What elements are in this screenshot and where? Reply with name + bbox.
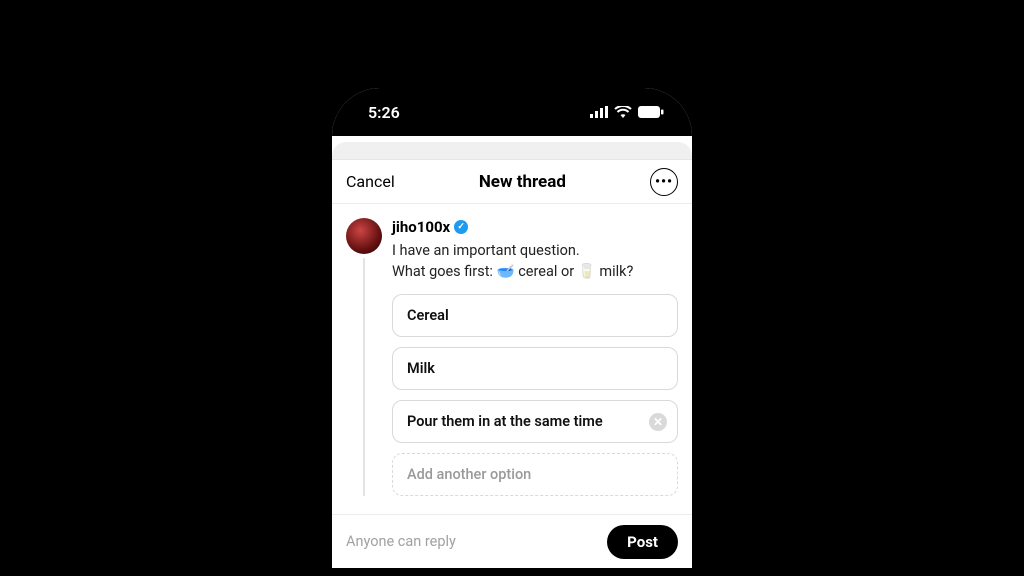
poll-option-2[interactable]: Milk bbox=[392, 347, 678, 390]
glass-emoji-icon: 🥛 bbox=[578, 263, 596, 280]
status-bar: 5:26 bbox=[332, 88, 692, 136]
bottom-bar: Anyone can reply Post bbox=[332, 514, 692, 568]
add-option-button[interactable]: Add another option bbox=[392, 453, 678, 496]
phone-frame: 5:26 Cancel New thread ••• jiho100x bbox=[332, 88, 692, 568]
close-icon: ✕ bbox=[653, 415, 663, 429]
wifi-icon bbox=[614, 106, 632, 118]
status-time: 5:26 bbox=[368, 103, 400, 122]
cellular-signal-icon bbox=[590, 106, 608, 118]
poll-option-1[interactable]: Cereal bbox=[392, 294, 678, 337]
thread-line bbox=[363, 258, 365, 496]
post-text-line1: I have an important question. bbox=[392, 242, 580, 259]
poll-option-3[interactable]: Pour them in at the same time ✕ bbox=[392, 400, 678, 443]
poll-editor: Cereal Milk Pour them in at the same tim… bbox=[392, 294, 678, 496]
battery-icon bbox=[638, 106, 664, 118]
verified-check-icon: ✓ bbox=[457, 223, 465, 232]
post-text-line2-pre: What goes first: bbox=[392, 263, 497, 280]
reply-scope-button[interactable]: Anyone can reply bbox=[346, 533, 456, 550]
poll-option-label: Pour them in at the same time bbox=[407, 413, 603, 430]
page-title: New thread bbox=[479, 172, 566, 192]
compose-area: jiho100x ✓ I have an important question.… bbox=[332, 204, 692, 496]
ellipsis-icon: ••• bbox=[655, 174, 673, 190]
status-indicators bbox=[590, 106, 664, 118]
more-options-button[interactable]: ••• bbox=[650, 168, 678, 196]
cancel-button[interactable]: Cancel bbox=[346, 172, 395, 191]
poll-option-label: Cereal bbox=[407, 307, 449, 324]
bowl-emoji-icon: 🥣 bbox=[497, 263, 515, 280]
navbar: Cancel New thread ••• bbox=[332, 160, 692, 204]
username[interactable]: jiho100x bbox=[392, 218, 450, 236]
post-text-line2-post: milk? bbox=[596, 263, 634, 280]
post-text[interactable]: I have an important question. What goes … bbox=[392, 240, 678, 282]
poll-option-label: Milk bbox=[407, 360, 435, 377]
username-row: jiho100x ✓ bbox=[392, 218, 678, 236]
add-option-label: Add another option bbox=[407, 466, 531, 483]
verified-badge-icon: ✓ bbox=[454, 220, 468, 234]
sheet-grabber bbox=[332, 142, 692, 160]
avatar[interactable] bbox=[346, 218, 382, 254]
post-text-line2-mid: cereal or bbox=[515, 263, 578, 280]
remove-option-button[interactable]: ✕ bbox=[649, 413, 667, 431]
compose-column: jiho100x ✓ I have an important question.… bbox=[392, 218, 678, 496]
post-button[interactable]: Post bbox=[607, 525, 678, 559]
